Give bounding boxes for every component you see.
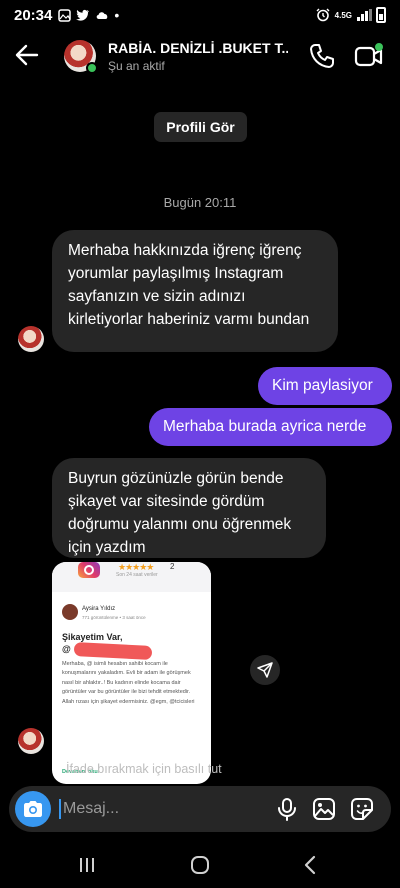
recent-apps-icon[interactable] bbox=[76, 854, 98, 876]
author-avatar bbox=[62, 604, 78, 620]
camera-icon bbox=[24, 801, 42, 817]
status-time: 20:34 bbox=[14, 6, 53, 24]
message-text: Merhaba burada ayrica nerde bbox=[163, 418, 367, 435]
dot-icon: • bbox=[114, 7, 120, 23]
complaint-body: Merhaba, @ isimli hesabın sahibi kocam i… bbox=[62, 661, 195, 705]
rating-value: 2 bbox=[170, 562, 175, 571]
reaction-hint: İfade bırakmak için basılı tut bbox=[66, 762, 222, 776]
date-separator: Bugün 20:11 bbox=[163, 195, 237, 210]
message-text: Buyrun gözünüzle görün bende şikayet var… bbox=[68, 470, 292, 556]
send-icon bbox=[257, 662, 273, 678]
status-bar: 20:34 • 4.5G bbox=[0, 0, 400, 30]
views-text: Son 24 saat veriler bbox=[116, 572, 158, 578]
complaint-at: @ bbox=[62, 644, 71, 654]
message-text: Kim paylasiyor bbox=[272, 377, 373, 394]
sticker-icon[interactable] bbox=[350, 797, 374, 821]
message-bubble-incoming[interactable]: Buyrun gözünüzle görün bende şikayet var… bbox=[52, 458, 326, 558]
avatar[interactable] bbox=[18, 728, 44, 754]
contact-name[interactable]: RABİA. DENİZLİ .BUKET T... bbox=[108, 40, 288, 56]
author-name: Aysira Yıldız bbox=[82, 606, 116, 612]
message-bubble-outgoing[interactable]: Merhaba burada ayrica nerde bbox=[149, 408, 392, 446]
video-call-icon[interactable] bbox=[354, 42, 384, 70]
share-button[interactable] bbox=[250, 655, 280, 685]
battery-icon bbox=[376, 7, 386, 23]
text-cursor bbox=[59, 799, 61, 819]
message-input[interactable] bbox=[63, 795, 263, 823]
phone-icon[interactable] bbox=[308, 42, 336, 70]
home-icon[interactable] bbox=[189, 854, 211, 876]
author-meta: 771 görüntülenme • 3 saat önce bbox=[82, 615, 146, 620]
avatar[interactable] bbox=[18, 326, 44, 352]
contact-status: Şu an aktif bbox=[108, 59, 165, 73]
back-arrow-icon[interactable] bbox=[14, 42, 40, 68]
redaction-mark bbox=[73, 641, 153, 661]
gallery-notification-icon bbox=[58, 8, 72, 22]
message-bubble-incoming[interactable]: Merhaba hakkınızda iğrenç iğrenç yorumla… bbox=[52, 230, 338, 352]
message-composer bbox=[9, 786, 391, 832]
gallery-icon[interactable] bbox=[312, 797, 336, 821]
twitter-icon bbox=[76, 9, 90, 21]
message-text: Merhaba hakkınızda iğrenç iğrenç yorumla… bbox=[68, 242, 310, 328]
view-profile-button[interactable]: Profili Gör bbox=[154, 112, 247, 142]
instagram-logo-icon bbox=[78, 562, 100, 578]
back-icon[interactable] bbox=[300, 854, 322, 876]
contact-avatar[interactable] bbox=[64, 40, 98, 74]
camera-button[interactable] bbox=[15, 791, 51, 827]
chat-header: RABİA. DENİZLİ .BUKET T... Şu an aktif bbox=[0, 30, 400, 82]
message-bubble-outgoing[interactable]: Kim paylasiyor bbox=[258, 367, 392, 405]
system-nav-bar bbox=[0, 842, 400, 888]
online-indicator bbox=[86, 62, 98, 74]
cloud-icon bbox=[97, 12, 108, 19]
alarm-icon bbox=[316, 8, 330, 22]
shared-image-header: ★★★★★ 2 Son 24 saat veriler bbox=[52, 562, 211, 592]
network-type: 4.5G bbox=[334, 10, 352, 20]
signal-icon bbox=[357, 9, 372, 21]
shared-image[interactable]: ★★★★★ 2 Son 24 saat veriler Aysira Yıldı… bbox=[52, 562, 211, 784]
complaint-title: Şikayetim Var, bbox=[62, 632, 123, 642]
microphone-icon[interactable] bbox=[275, 797, 299, 821]
